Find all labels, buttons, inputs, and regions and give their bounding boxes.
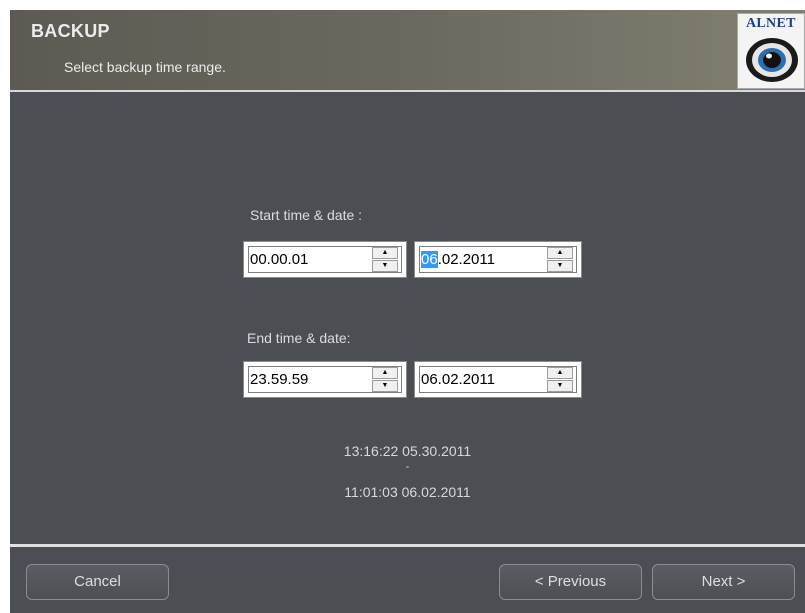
- logo-text: ALNET: [746, 16, 796, 31]
- end-time-value: 23.59.59: [250, 371, 309, 388]
- start-label: Start time & date :: [250, 207, 363, 223]
- camera-eye-icon: [746, 38, 798, 82]
- start-date-up-button[interactable]: ▲: [547, 247, 573, 259]
- previous-button[interactable]: < Previous: [499, 564, 642, 600]
- start-time-value: 00.00.01: [250, 251, 309, 268]
- start-date-spinner[interactable]: 06.02.2011 ▲ ▼: [414, 241, 582, 278]
- range-to: 11:01:03 06.02.2011: [344, 484, 471, 500]
- range-separator: -: [405, 461, 410, 473]
- footer-divider: [10, 544, 805, 547]
- start-time-down-button[interactable]: ▼: [372, 260, 398, 272]
- start-time-spinner[interactable]: 00.00.01 ▲ ▼: [243, 241, 407, 278]
- start-time-up-button[interactable]: ▲: [372, 247, 398, 259]
- end-time-down-button[interactable]: ▼: [372, 380, 398, 392]
- start-date-down-button[interactable]: ▼: [547, 260, 573, 272]
- wizard-title: BACKUP: [31, 21, 110, 41]
- cancel-button[interactable]: Cancel: [26, 564, 169, 600]
- backup-wizard-window: BACKUP Select backup time range. ALNET S…: [10, 10, 805, 613]
- end-time-up-button[interactable]: ▲: [372, 367, 398, 379]
- end-date-up-button[interactable]: ▲: [547, 367, 573, 379]
- end-date-spinner[interactable]: 06.02.2011 ▲ ▼: [414, 361, 582, 398]
- end-date-value: 06.02.2011: [421, 371, 495, 388]
- end-time-spinner[interactable]: 23.59.59 ▲ ▼: [243, 361, 407, 398]
- range-from: 13:16:22 05.30.2011: [343, 443, 472, 459]
- wizard-header: BACKUP Select backup time range. ALNET: [10, 10, 805, 92]
- start-date-rest: .02.2011: [437, 251, 495, 268]
- end-label: End time & date:: [247, 330, 351, 346]
- wizard-subtitle: Select backup time range.: [64, 59, 226, 75]
- next-button[interactable]: Next >: [652, 564, 795, 600]
- start-date-value: 06.02.2011: [421, 251, 495, 268]
- start-date-selected-part: 06: [421, 251, 438, 268]
- alnet-logo: ALNET: [737, 13, 805, 89]
- end-date-down-button[interactable]: ▼: [547, 380, 573, 392]
